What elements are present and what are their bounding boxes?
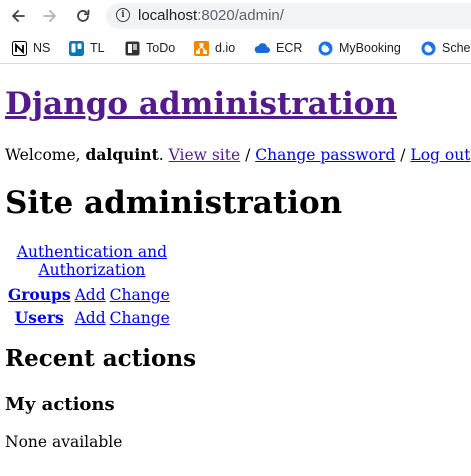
- address-bar[interactable]: i localhost:8020/admin/: [106, 3, 471, 29]
- notion-icon: [11, 40, 27, 56]
- username: dalquint: [85, 145, 159, 164]
- bookmark-todo[interactable]: ToDo: [124, 40, 175, 56]
- welcome-prefix: Welcome,: [5, 146, 86, 164]
- page-title: Site administration: [5, 185, 343, 221]
- reload-icon: [77, 9, 90, 22]
- forward-button[interactable]: [40, 6, 60, 26]
- bookmark-tl[interactable]: TL: [68, 40, 105, 56]
- drawio-icon: [193, 40, 209, 56]
- my-actions-title: My actions: [5, 394, 115, 415]
- browser-toolbar: i localhost:8020/admin/: [0, 0, 471, 33]
- recent-actions-title: Recent actions: [5, 345, 197, 372]
- bookmark-label: ECR: [276, 41, 303, 55]
- bookmark-label: TL: [90, 41, 105, 55]
- model-row-users: Users Add Change: [7, 307, 171, 328]
- bookmark-label: Sche: [442, 41, 471, 55]
- site-header: Django administration: [5, 86, 397, 122]
- bookmark-label: NS: [33, 41, 51, 55]
- site-info-icon[interactable]: i: [116, 8, 130, 22]
- change-cell: Change: [109, 284, 171, 305]
- reload-button[interactable]: [73, 6, 93, 26]
- change-cell: Change: [109, 307, 171, 328]
- groups-change-link[interactable]: Change: [110, 286, 170, 304]
- schedule-icon: [420, 40, 436, 56]
- bookmark-label: MyBooking: [339, 41, 401, 55]
- users-add-link[interactable]: Add: [75, 309, 106, 327]
- bookmark-mybooking[interactable]: MyBooking: [317, 40, 401, 56]
- address-url[interactable]: localhost:8020/admin/: [138, 7, 284, 24]
- log-out-link[interactable]: Log out: [410, 146, 470, 164]
- empty-actions-text: None available: [5, 433, 123, 451]
- model-name: Groups: [7, 284, 72, 305]
- mybooking-icon: [317, 40, 333, 56]
- change-password-link[interactable]: Change password: [255, 146, 395, 164]
- bookmark-ns[interactable]: NS: [11, 40, 50, 56]
- page-content: Django administration Welcome, dalquint.…: [0, 64, 471, 476]
- separator: /: [240, 146, 256, 164]
- add-cell: Add: [74, 284, 107, 305]
- separator: /: [395, 146, 411, 164]
- groups-link[interactable]: Groups: [8, 285, 71, 304]
- app-caption: Authentication and Authorization: [5, 243, 173, 282]
- bookmark-ecr[interactable]: ECR: [254, 40, 302, 56]
- model-name: Users: [7, 307, 72, 328]
- site-title-link[interactable]: Django administration: [5, 86, 397, 122]
- view-site-link[interactable]: View site: [169, 146, 241, 164]
- trello-icon: [68, 40, 84, 56]
- arrow-left-icon: [12, 10, 25, 22]
- url-host: localhost: [138, 7, 198, 24]
- groups-add-link[interactable]: Add: [75, 286, 106, 304]
- bookmark-dio[interactable]: d.io: [193, 40, 235, 56]
- back-button[interactable]: [8, 6, 28, 26]
- arrow-right-icon: [43, 10, 56, 22]
- bookmark-sche[interactable]: Sche: [420, 40, 471, 56]
- app-module-auth: Authentication and Authorization Groups …: [5, 243, 173, 330]
- add-cell: Add: [74, 307, 107, 328]
- todo-icon: [124, 40, 140, 56]
- url-path: :8020/admin/: [197, 7, 284, 24]
- bookmark-label: ToDo: [146, 41, 176, 55]
- cloud-icon: [254, 40, 270, 56]
- welcome-suffix: .: [158, 146, 169, 164]
- users-link[interactable]: Users: [15, 308, 64, 327]
- bookmarks-bar: NS TL ToDo d.io ECR MyBooking Sche: [0, 33, 471, 64]
- model-row-groups: Groups Add Change: [7, 284, 171, 305]
- bookmark-label: d.io: [215, 41, 236, 55]
- app-link-auth[interactable]: Authentication and Authorization: [17, 243, 167, 279]
- user-tools: Welcome, dalquint. View site / Change pa…: [5, 145, 470, 164]
- users-change-link[interactable]: Change: [110, 309, 170, 327]
